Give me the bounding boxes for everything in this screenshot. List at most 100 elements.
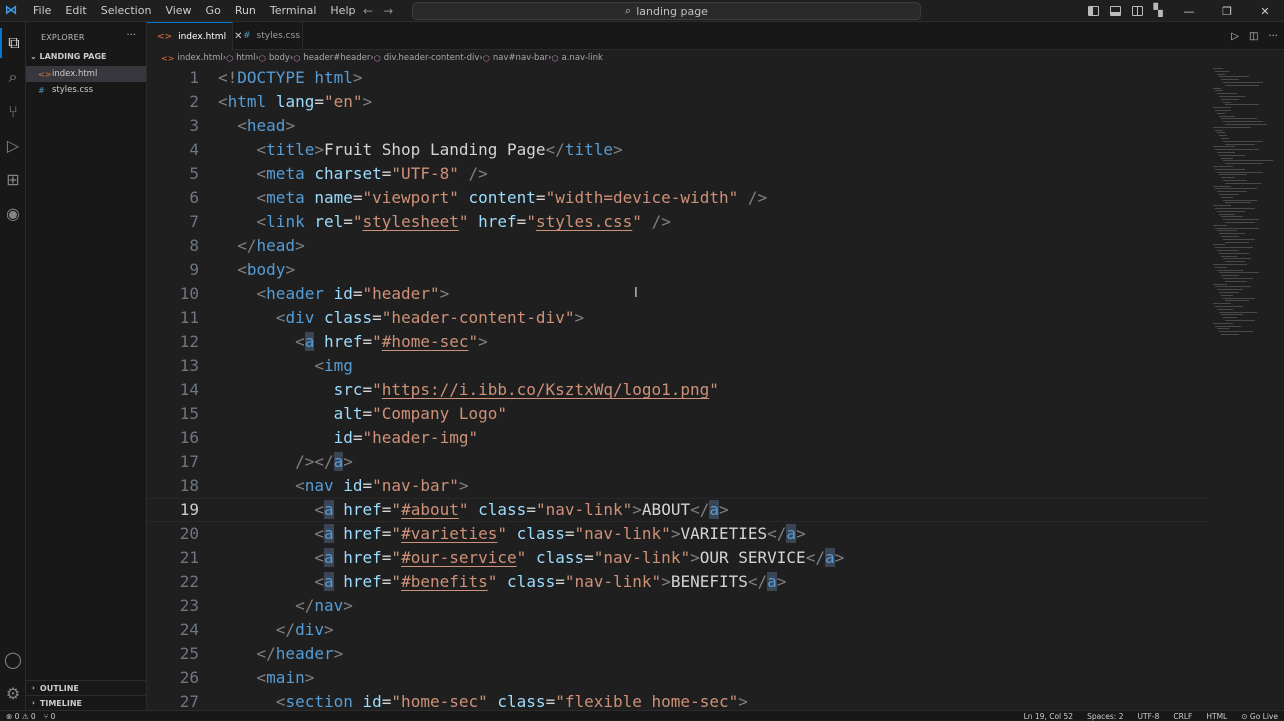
minimap-line [1215,266,1227,268]
menu-edit[interactable]: Edit [58,0,93,22]
problems-status[interactable]: ⊗ 0 ⚠ 0 [6,712,36,721]
menu-go[interactable]: Go [199,0,228,22]
minimap-line [1215,325,1241,327]
minimap-line [1223,278,1253,279]
code-line[interactable]: id="header-img" [218,426,479,450]
timeline-section[interactable]: › TIMELINE [26,695,146,710]
explorer-title: EXPLORER [41,33,85,42]
breadcrumb-item[interactable]: ⬡ body [259,53,290,63]
minimap-line [1225,280,1247,282]
breadcrumb-item[interactable]: ⬡ html [226,53,255,63]
outline-section[interactable]: › OUTLINE [26,680,146,695]
source-control-icon[interactable]: ⑂ [0,96,26,126]
breadcrumb-item[interactable]: <> index.html [161,53,223,63]
toggle-panel-icon[interactable] [1104,0,1126,22]
code-line[interactable]: <a href="#varieties" class="nav-link">VA… [218,522,806,546]
folder-header[interactable]: ⌄ LANDING PAGE [30,52,107,61]
breadcrumb-item[interactable]: ⬡ header#header [293,53,370,63]
run-debug-icon[interactable]: ▷ [0,130,26,160]
split-editor-icon[interactable]: ◫ [1249,31,1258,42]
code-line[interactable]: <a href="#about" class="nav-link">ABOUT<… [218,498,729,522]
command-center-search[interactable]: ⌕ landing page [412,2,921,20]
code-line[interactable]: <html lang="en"> [218,90,372,114]
minimap-line [1215,286,1251,288]
minimap-line [1225,222,1255,223]
code-line[interactable]: src="https://i.ibb.co/KsztxWq/logo1.png" [218,378,719,402]
menu-terminal[interactable]: Terminal [263,0,324,22]
search-icon: ⌕ [625,4,632,17]
settings-gear-icon[interactable]: ⚙ [0,678,26,708]
more-actions-icon[interactable]: ··· [126,30,136,41]
code-line[interactable]: <title>Fruit Shop Landing Page</title> [218,138,623,162]
more-actions-icon[interactable]: ··· [1268,31,1278,42]
code-line[interactable]: <meta name="viewport" content="width=dev… [218,186,768,210]
go-live-button[interactable]: ⊙ Go Live [1241,712,1278,721]
line-ending[interactable]: CRLF [1173,712,1192,721]
code-line[interactable]: <img [218,354,353,378]
code-line[interactable]: <head> [218,114,295,138]
ports-status[interactable]: ⑂ 0 [44,712,56,721]
code-line[interactable]: </head> [218,234,304,258]
code-line[interactable]: <meta charset="UTF-8" /> [218,162,488,186]
code-line[interactable]: </nav> [218,594,353,618]
line-number: 22 [179,572,199,591]
code-line[interactable]: <a href="#home-sec"> [218,330,488,354]
line-number: 20 [179,524,199,543]
language-mode[interactable]: HTML [1206,712,1227,721]
cursor-position[interactable]: Ln 19, Col 52 [1024,712,1073,721]
code-line[interactable]: <main> [218,666,315,690]
minimap-line [1225,241,1249,243]
menu-view[interactable]: View [158,0,198,22]
tab-styles-css[interactable]: # styles.css [233,22,303,50]
menu-file[interactable]: File [26,0,58,22]
restore-icon[interactable]: ❐ [1208,0,1246,22]
code-line[interactable]: <header id="header"> [218,282,450,306]
close-window-icon[interactable]: ✕ [1246,0,1284,22]
code-line[interactable]: <div class="header-content-div"> [218,306,584,330]
file-index-html[interactable]: <> index.html [26,66,146,82]
extensions-icon[interactable]: ⊞ [0,164,26,194]
minimap[interactable] [1207,66,1284,710]
element-symbol-icon: ⬡ [258,53,266,63]
remote-explorer-icon[interactable]: ◉ [0,198,26,228]
toggle-secondary-sidebar-icon[interactable] [1126,0,1148,22]
code-line[interactable]: <a href="#benefits" class="nav-link">BEN… [218,570,786,594]
minimize-icon[interactable]: — [1170,0,1208,22]
breadcrumb-item[interactable]: ⬡ nav#nav-bar [483,53,548,63]
menu-run[interactable]: Run [228,0,263,22]
tab-index-html[interactable]: <> index.html ✕ [147,22,242,50]
explorer-icon[interactable]: ⧉ [0,28,26,58]
toggle-primary-sidebar-icon[interactable] [1082,0,1104,22]
breadcrumb-item[interactable]: ⬡ div.header-content-div [374,53,480,63]
code-line[interactable]: <a href="#our-service" class="nav-link">… [218,546,844,570]
line-number: 12 [179,332,199,351]
minimap-line [1219,135,1227,137]
back-arrow-icon[interactable]: ← [363,4,373,18]
menu-selection[interactable]: Selection [94,0,159,22]
customize-layout-icon[interactable] [1148,0,1170,22]
element-symbol-icon: ⬡ [293,53,301,63]
menu-help[interactable]: Help [323,0,362,22]
account-icon[interactable]: ◯ [0,644,26,674]
code-line[interactable]: </div> [218,618,334,642]
forward-arrow-icon[interactable]: → [383,4,393,18]
code-line[interactable]: <link rel="stylesheet" href="styles.css"… [218,210,671,234]
minimap-line [1219,252,1249,254]
minimap-line [1219,194,1239,195]
code-line[interactable]: <!DOCTYPE html> [218,66,363,90]
encoding[interactable]: UTF-8 [1138,712,1160,721]
code-line[interactable]: alt="Company Logo" [218,402,507,426]
run-icon[interactable]: ▷ [1231,31,1239,42]
code-line[interactable]: <nav id="nav-bar"> [218,474,468,498]
code-line[interactable]: </header> [218,642,344,666]
search-view-icon[interactable]: ⌕ [0,62,26,92]
code-line[interactable]: <body> [218,258,295,282]
file-styles-css[interactable]: # styles.css [26,82,146,98]
code-line[interactable]: /></a> [218,450,353,474]
code-line[interactable]: <section id="home-sec" class="flexible h… [218,690,748,710]
element-symbol-icon: ⬡ [226,53,234,63]
indentation[interactable]: Spaces: 2 [1087,712,1123,721]
breadcrumb-item[interactable]: ⬡ a.nav-link [552,53,603,63]
code-editor[interactable]: 1 2 3 4 5 6 7 8 9 10 11 12 13 14 15 16 17 18 19 20 21 22 23 24 2… [147,66,1207,710]
minimap-line [1223,317,1237,319]
